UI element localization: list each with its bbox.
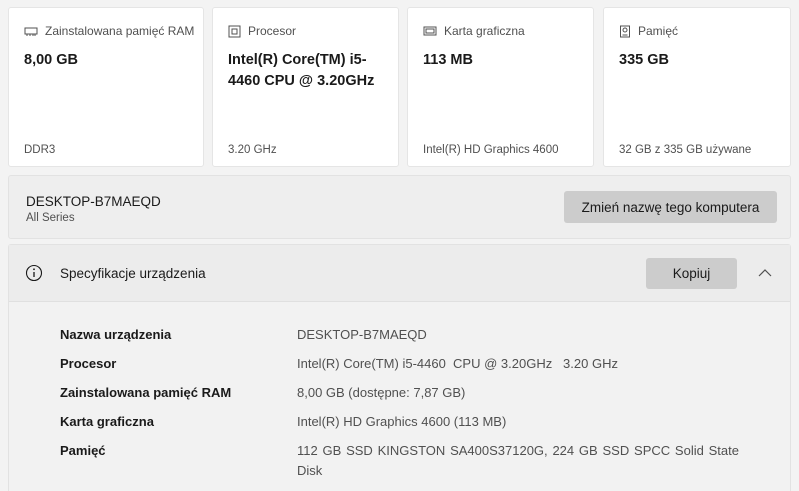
spec-row-label: Pamięć bbox=[60, 443, 106, 458]
card-storage-sub: 32 GB z 335 GB używane bbox=[619, 144, 752, 156]
spec-row-label: Nazwa urządzenia bbox=[60, 327, 172, 342]
card-graphics-sub: Intel(R) HD Graphics 4600 bbox=[423, 144, 559, 156]
computer-name-bar: DESKTOP-B7MAEQD All Series Zmień nazwę t… bbox=[8, 175, 791, 239]
ram-icon bbox=[24, 27, 38, 36]
spec-row-value[interactable]: Intel(R) HD Graphics 4600 (113 MB) bbox=[297, 412, 739, 432]
card-ram-title: Zainstalowana pamięć RAM bbox=[45, 24, 195, 38]
card-ram-sub: DDR3 bbox=[24, 144, 56, 156]
card-storage-value: 335 GB bbox=[619, 52, 669, 68]
storage-icon bbox=[620, 25, 630, 37]
card-processor-sub: 3.20 GHz bbox=[228, 144, 277, 156]
spec-row-value[interactable]: 8,00 GB (dostępne: 7,87 GB) bbox=[297, 383, 739, 403]
rename-computer-button[interactable]: Zmień nazwę tego komputera bbox=[564, 191, 777, 223]
spec-row-value[interactable]: 112 GB SSD KINGSTON SA400S37120G, 224 GB… bbox=[297, 441, 739, 481]
summary-cards: Zainstalowana pamięć RAM 8,00 GB DDR3 Pr… bbox=[8, 7, 791, 167]
card-graphics: Karta graficzna 113 MB Intel(R) HD Graph… bbox=[407, 7, 594, 167]
card-ram-value: 8,00 GB bbox=[24, 52, 78, 68]
card-ram: Zainstalowana pamięć RAM 8,00 GB DDR3 bbox=[8, 7, 204, 167]
spec-row-value[interactable]: DESKTOP-B7MAEQD bbox=[297, 325, 739, 345]
copy-button[interactable]: Kopiuj bbox=[646, 258, 737, 289]
spec-row-value[interactable]: Intel(R) Core(TM) i5-4460 CPU @ 3.20GHz … bbox=[297, 354, 739, 374]
card-graphics-title: Karta graficzna bbox=[444, 24, 525, 38]
card-storage-title: Pamięć bbox=[638, 24, 679, 38]
computer-name: DESKTOP-B7MAEQD bbox=[26, 194, 161, 209]
card-storage: Pamięć 335 GB 32 GB z 335 GB używane bbox=[603, 7, 791, 167]
spec-row-label: Zainstalowana pamięć RAM bbox=[60, 385, 232, 400]
computer-model: All Series bbox=[26, 212, 75, 224]
device-specifications-header[interactable]: Specyfikacje urządzenia Kopiuj bbox=[9, 245, 790, 302]
card-graphics-value: 113 MB bbox=[423, 52, 473, 68]
device-specifications-panel: Specyfikacje urządzenia Kopiuj Nazwa urz… bbox=[8, 244, 791, 491]
info-icon bbox=[25, 264, 43, 282]
graphics-card-icon bbox=[423, 26, 437, 36]
chevron-up-icon[interactable] bbox=[757, 265, 773, 281]
card-processor-title: Procesor bbox=[248, 24, 297, 38]
card-processor: Procesor Intel(R) Core(TM) i5-4460 CPU @… bbox=[212, 7, 399, 167]
device-specifications-title: Specyfikacje urządzenia bbox=[60, 266, 206, 281]
card-processor-value: Intel(R) Core(TM) i5-4460 CPU @ 3.20GHz bbox=[228, 52, 375, 89]
spec-row-label: Karta graficzna bbox=[60, 414, 154, 429]
spec-row-label: Procesor bbox=[60, 356, 117, 371]
processor-icon bbox=[228, 25, 241, 37]
